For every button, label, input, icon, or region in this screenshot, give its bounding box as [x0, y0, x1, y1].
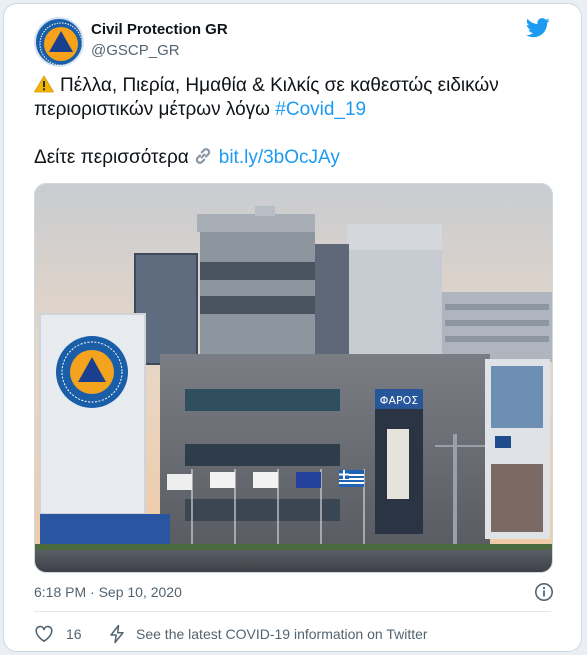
tweet-photo[interactable]: ΦΑΡΟΣ	[34, 183, 553, 573]
tweet-timestamp[interactable]: 6:18 PM · Sep 10, 2020	[34, 584, 182, 600]
tweet-card[interactable]: Civil Protection GR @GSCP_GR Πέλλα, Πιερ…	[3, 3, 582, 652]
tweet-actions: 16 See the latest COVID-19 information o…	[4, 616, 581, 650]
tweet-header: Civil Protection GR @GSCP_GR	[4, 4, 581, 70]
tweet-line-1-text: Πέλλα, Πιερία, Ημαθία & Κιλκίς σε καθεστ…	[60, 75, 499, 96]
tweet-line-3: Δείτε περισσότερα bit.ly/3bOcJAy	[34, 146, 554, 170]
building-sign: ΦΑΡΟΣ	[380, 394, 418, 407]
info-icon[interactable]	[534, 582, 554, 602]
link-icon	[195, 148, 210, 164]
author-name[interactable]: Civil Protection GR	[91, 21, 228, 38]
avatar[interactable]	[34, 17, 84, 67]
tweet-line-2-text: περιοριστικών μέτρων λόγω	[34, 99, 276, 120]
covid-info-text: See the latest COVID-19 information on T…	[136, 626, 428, 642]
like-button[interactable]: 16	[34, 622, 82, 646]
tweet-text: Πέλλα, Πιερία, Ημαθία & Κιλκίς σε καθεστ…	[34, 74, 554, 170]
building-photo: ΦΑΡΟΣ	[35, 184, 552, 572]
heart-icon	[35, 625, 53, 642]
twitter-bird-icon[interactable]	[526, 18, 550, 38]
tweet-line-2: περιοριστικών μέτρων λόγω #Covid_19	[34, 98, 554, 122]
flash-icon	[110, 624, 124, 644]
covid-info-link[interactable]: See the latest COVID-19 information on T…	[108, 622, 428, 646]
civil-protection-logo	[37, 20, 82, 65]
more-label: Δείτε περισσότερα	[34, 147, 189, 168]
warning-icon	[34, 75, 54, 93]
tweet-line-1: Πέλλα, Πιερία, Ημαθία & Κιλκίς σε καθεστ…	[34, 74, 554, 98]
like-count: 16	[66, 626, 82, 642]
hashtag-link[interactable]: #Covid_19	[275, 99, 366, 120]
author-handle[interactable]: @GSCP_GR	[91, 42, 180, 59]
short-url-link[interactable]: bit.ly/3bOcJAy	[219, 147, 340, 168]
divider	[34, 611, 551, 612]
